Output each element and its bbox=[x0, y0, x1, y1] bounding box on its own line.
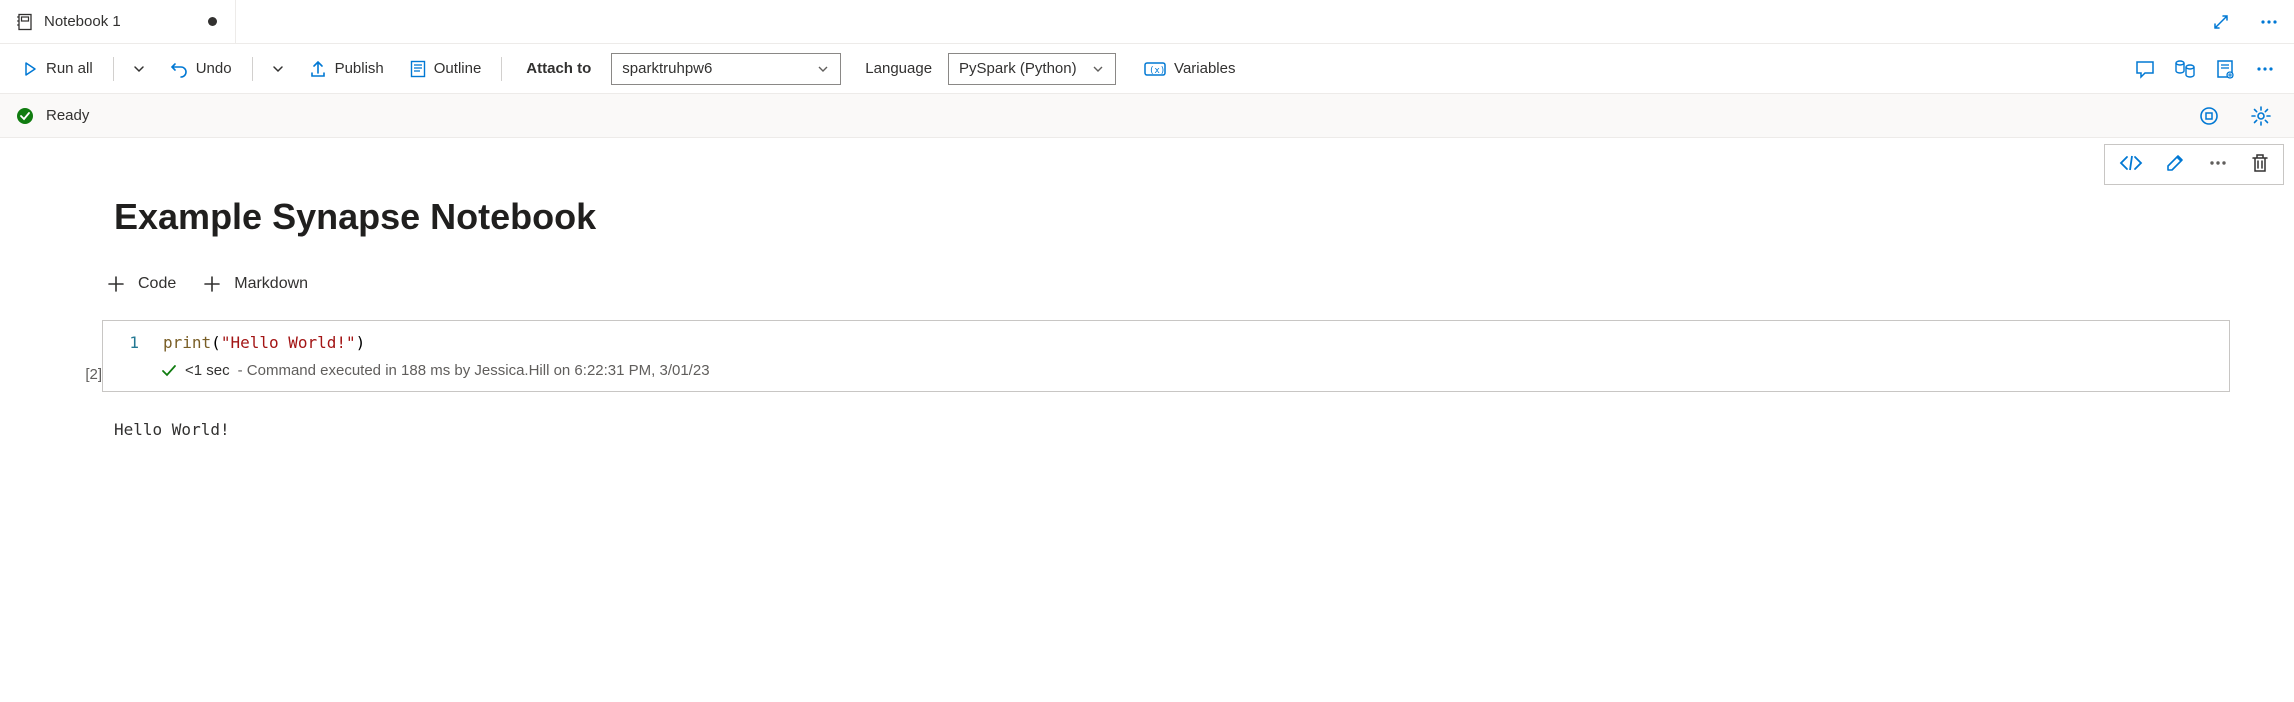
chevron-down-icon bbox=[1091, 62, 1105, 76]
undo-button[interactable]: Undo bbox=[160, 54, 242, 84]
notebook-icon bbox=[16, 13, 34, 31]
execution-detail: - Command executed in 188 ms by Jessica.… bbox=[238, 362, 710, 379]
outline-icon bbox=[410, 60, 426, 78]
divider bbox=[113, 57, 114, 81]
cell-more-button[interactable] bbox=[2207, 153, 2229, 176]
variables-button[interactable]: (x) Variables bbox=[1134, 54, 1245, 83]
pencil-icon bbox=[2165, 153, 2185, 173]
delete-button[interactable] bbox=[2251, 153, 2269, 176]
divider bbox=[252, 57, 253, 81]
more-icon[interactable] bbox=[2252, 5, 2286, 39]
trash-icon bbox=[2251, 153, 2269, 173]
undo-icon bbox=[170, 60, 188, 78]
variables-label: Variables bbox=[1174, 60, 1235, 77]
success-icon bbox=[16, 107, 34, 125]
stop-icon bbox=[2199, 106, 2219, 126]
code-cell[interactable]: 1 print("Hello World!") <1 sec - Command… bbox=[102, 320, 2230, 392]
tab-bar: Notebook 1 bbox=[0, 0, 2294, 44]
run-menu-button[interactable] bbox=[124, 56, 154, 82]
properties-icon bbox=[2216, 59, 2234, 79]
plus-icon bbox=[202, 274, 222, 294]
variables-icon: (x) bbox=[1144, 61, 1166, 77]
language-label: Language bbox=[847, 60, 942, 77]
more-icon bbox=[2255, 59, 2275, 79]
run-all-button[interactable]: Run all bbox=[12, 54, 103, 83]
code-icon bbox=[2119, 154, 2143, 172]
publish-icon bbox=[309, 60, 327, 78]
chevron-down-icon bbox=[816, 62, 830, 76]
line-number: 1 bbox=[123, 333, 163, 352]
divider bbox=[501, 57, 502, 81]
add-markdown-button[interactable]: Markdown bbox=[202, 274, 308, 294]
svg-text:(x): (x) bbox=[1149, 66, 1165, 76]
comment-icon bbox=[2135, 59, 2155, 79]
code-token-string: "Hello World!" bbox=[221, 333, 356, 352]
execution-count: [2] bbox=[64, 320, 102, 392]
undo-menu-button[interactable] bbox=[263, 56, 293, 82]
code-token-paren: ) bbox=[356, 333, 366, 352]
code-token-paren: ( bbox=[211, 333, 221, 352]
page-title: Example Synapse Notebook bbox=[114, 196, 2230, 238]
add-code-label: Code bbox=[138, 275, 176, 293]
tab-actions bbox=[2204, 0, 2286, 44]
status-bar: Ready bbox=[0, 94, 2294, 138]
comments-button[interactable] bbox=[2128, 52, 2162, 86]
language-select[interactable]: PySpark (Python) bbox=[948, 53, 1116, 85]
execution-duration: <1 sec bbox=[185, 362, 230, 379]
add-cell-row: Code Markdown bbox=[106, 274, 2230, 294]
code-cell-wrapper: [2] 1 print("Hello World!") <1 sec - Com… bbox=[64, 320, 2230, 392]
cell-toolbar bbox=[2104, 144, 2284, 185]
outline-button[interactable]: Outline bbox=[400, 54, 492, 84]
plus-icon bbox=[106, 274, 126, 294]
gear-icon bbox=[2251, 106, 2271, 126]
add-markdown-label: Markdown bbox=[234, 275, 308, 293]
check-icon bbox=[161, 363, 177, 379]
attach-to-label: Attach to bbox=[512, 60, 605, 77]
stop-session-button[interactable] bbox=[2192, 99, 2226, 133]
code-token-fn: print bbox=[163, 333, 211, 352]
code-line[interactable]: 1 print("Hello World!") bbox=[103, 333, 2229, 352]
attach-to-value: sparktruhpw6 bbox=[622, 60, 712, 77]
cell-output: Hello World! bbox=[114, 420, 2230, 439]
toolbar-more-button[interactable] bbox=[2248, 52, 2282, 86]
status-text: Ready bbox=[46, 107, 89, 124]
language-value: PySpark (Python) bbox=[959, 60, 1077, 77]
execution-info: <1 sec - Command executed in 188 ms by J… bbox=[103, 352, 2229, 379]
publish-label: Publish bbox=[335, 60, 384, 77]
edit-button[interactable] bbox=[2165, 153, 2185, 176]
settings-button[interactable] bbox=[2244, 99, 2278, 133]
publish-button[interactable]: Publish bbox=[299, 54, 394, 84]
unsaved-indicator-icon bbox=[208, 17, 217, 26]
add-code-button[interactable]: Code bbox=[106, 274, 176, 294]
expand-icon[interactable] bbox=[2204, 5, 2238, 39]
play-icon bbox=[22, 61, 38, 77]
chevron-down-icon bbox=[271, 62, 285, 76]
tab-title: Notebook 1 bbox=[44, 13, 121, 30]
status-actions bbox=[2192, 99, 2278, 133]
more-icon bbox=[2207, 153, 2229, 173]
data-wrangler-button[interactable] bbox=[2168, 52, 2202, 86]
outline-label: Outline bbox=[434, 60, 482, 77]
notebook-tab[interactable]: Notebook 1 bbox=[6, 0, 236, 43]
chevron-down-icon bbox=[132, 62, 146, 76]
content-area: Example Synapse Notebook Code Markdown [… bbox=[0, 138, 2294, 439]
properties-button[interactable] bbox=[2208, 52, 2242, 86]
undo-label: Undo bbox=[196, 60, 232, 77]
run-all-label: Run all bbox=[46, 60, 93, 77]
convert-code-button[interactable] bbox=[2119, 154, 2143, 175]
toolbar: Run all Undo Publish Outline Attach to s… bbox=[0, 44, 2294, 94]
attach-to-select[interactable]: sparktruhpw6 bbox=[611, 53, 841, 85]
data-icon bbox=[2174, 59, 2196, 79]
